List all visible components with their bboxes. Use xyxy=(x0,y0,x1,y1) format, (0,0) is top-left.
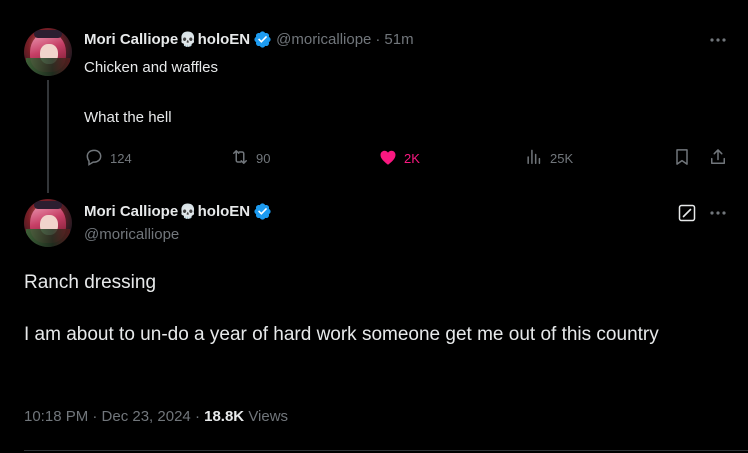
tweet-timestamp[interactable]: 10:18 PM · Dec 23, 2024 xyxy=(24,408,191,425)
separator-dot: · xyxy=(194,408,200,425)
skull-emoji-icon: 💀 xyxy=(179,31,197,47)
retweet-icon xyxy=(230,147,250,170)
share-icon xyxy=(708,147,728,170)
action-bar: 124 90 2K 25K xyxy=(84,147,734,169)
separator-dot: · xyxy=(375,31,381,48)
focused-tweet: Mori Calliope 💀 holoEN @moricalliope Ran… xyxy=(0,195,748,453)
avatar[interactable] xyxy=(24,28,72,76)
tweet-text: Chicken and waffles What the hell xyxy=(84,58,704,158)
edit-icon[interactable] xyxy=(677,203,697,223)
retweet-button[interactable]: 90 xyxy=(230,147,270,170)
tweet-meta: 10:18 PM · Dec 23, 2024 · 18.8K Views xyxy=(24,408,288,425)
tweet-line: Chicken and waffles xyxy=(84,59,218,76)
views-label: Views xyxy=(248,408,289,425)
divider xyxy=(24,450,748,451)
reply-button[interactable]: 124 xyxy=(84,147,132,170)
more-icon[interactable] xyxy=(708,203,728,223)
author-handle[interactable]: @moricalliope xyxy=(276,31,371,48)
tweet-text: Ranch dressing I am about to un-do a yea… xyxy=(24,270,724,374)
bookmark-button[interactable] xyxy=(672,147,692,170)
views-count: 18.8K xyxy=(204,408,245,425)
verified-badge-icon xyxy=(253,30,272,49)
display-name-suffix[interactable]: holoEN xyxy=(198,31,251,48)
author-row: Mori Calliope 💀 holoEN @moricalliope · 5… xyxy=(84,30,414,49)
tweet-time[interactable]: 51m xyxy=(384,31,413,48)
avatar[interactable] xyxy=(24,199,72,247)
author-handle[interactable]: @moricalliope xyxy=(84,226,179,243)
display-name-suffix[interactable]: holoEN xyxy=(198,203,251,220)
retweet-count: 90 xyxy=(256,151,271,166)
more-icon[interactable] xyxy=(708,30,728,50)
like-button[interactable]: 2K xyxy=(378,147,420,170)
thread-connector-line xyxy=(47,80,49,193)
verified-badge-icon xyxy=(253,202,272,221)
like-count: 2K xyxy=(404,151,420,166)
display-name[interactable]: Mori Calliope xyxy=(84,31,178,48)
tweet-thread: Mori Calliope 💀 holoEN @moricalliope · 5… xyxy=(0,0,748,453)
reply-count: 124 xyxy=(110,151,132,166)
tweet-line: I am about to un-do a year of hard work … xyxy=(24,324,659,345)
parent-tweet[interactable]: Mori Calliope 💀 holoEN @moricalliope · 5… xyxy=(0,0,748,195)
views-button[interactable]: 25K xyxy=(524,147,573,170)
views-icon xyxy=(524,147,544,170)
heart-icon xyxy=(378,147,398,170)
author-row: Mori Calliope 💀 holoEN xyxy=(84,202,272,221)
bookmark-icon xyxy=(672,147,692,170)
tweet-line: What the hell xyxy=(84,109,172,126)
tweet-line: Ranch dressing xyxy=(24,272,157,293)
display-name[interactable]: Mori Calliope xyxy=(84,203,178,220)
reply-icon xyxy=(84,147,104,170)
views-count: 25K xyxy=(550,151,574,166)
skull-emoji-icon: 💀 xyxy=(179,203,197,219)
share-button[interactable] xyxy=(708,147,728,170)
